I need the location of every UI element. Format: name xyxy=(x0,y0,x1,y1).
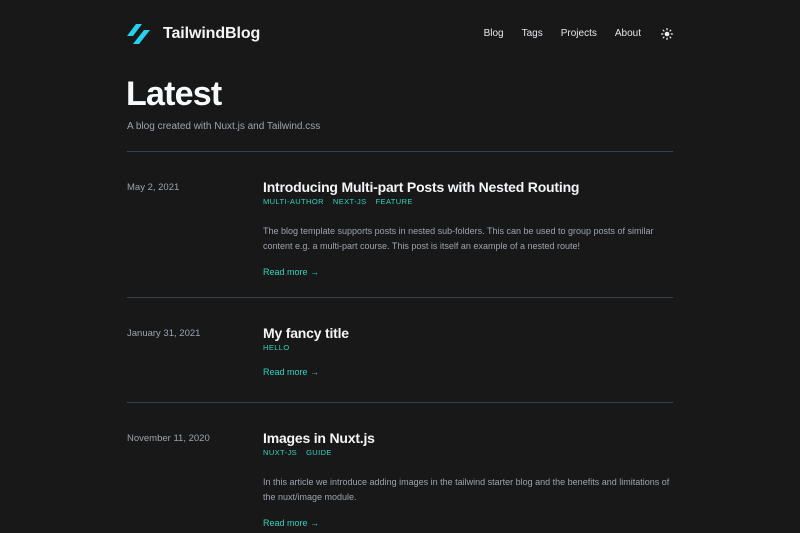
page-subtitle: A blog created with Nuxt.js and Tailwind… xyxy=(127,121,321,132)
main-nav: Blog Tags Projects About xyxy=(484,27,673,41)
divider xyxy=(127,151,673,152)
brand-name: TailwindBlog xyxy=(163,25,261,42)
post-summary: The blog template supports posts in nest… xyxy=(263,226,654,251)
post-tags: nuxt-js guide xyxy=(263,448,673,458)
nav-about[interactable]: About xyxy=(615,27,641,41)
post-tags: hello xyxy=(263,343,673,353)
site-header: TailwindBlog Blog Tags Projects About xyxy=(127,20,673,48)
nav-blog[interactable]: Blog xyxy=(484,27,504,41)
post-title[interactable]: Images in Nuxt.js xyxy=(263,429,673,447)
post-date: January 31, 2021 xyxy=(127,328,201,339)
tag-link[interactable]: hello xyxy=(263,343,290,353)
tag-link[interactable]: next-js xyxy=(333,197,367,207)
brand-link[interactable]: TailwindBlog xyxy=(127,22,260,46)
post-tags: multi-author next-js feature xyxy=(263,197,673,207)
page-title: Latest xyxy=(126,75,222,113)
post-body: Images in Nuxt.js nuxt-js guide In this … xyxy=(263,429,673,531)
sun-icon xyxy=(661,28,673,40)
tag-link[interactable]: nuxt-js xyxy=(263,448,297,458)
tag-link[interactable]: feature xyxy=(376,197,413,207)
nav-projects[interactable]: Projects xyxy=(561,27,597,41)
page: TailwindBlog Blog Tags Projects About La… xyxy=(0,0,800,533)
read-more-link[interactable]: Read more → xyxy=(263,266,319,278)
post-body: Introducing Multi-part Posts with Nested… xyxy=(263,178,673,280)
tag-link[interactable]: multi-author xyxy=(263,197,324,207)
tag-link[interactable]: guide xyxy=(306,448,332,458)
theme-toggle-button[interactable] xyxy=(661,28,673,40)
tailwind-logo-icon xyxy=(127,24,150,44)
post-summary: In this article we introduce adding imag… xyxy=(263,477,670,502)
post-title[interactable]: Introducing Multi-part Posts with Nested… xyxy=(263,178,673,196)
read-more-link[interactable]: Read more → xyxy=(263,517,319,529)
post-date: May 2, 2021 xyxy=(127,182,180,193)
nav-tags[interactable]: Tags xyxy=(522,27,543,41)
read-more-link[interactable]: Read more → xyxy=(263,366,319,378)
divider xyxy=(127,297,673,298)
post-title[interactable]: My fancy title xyxy=(263,324,673,342)
divider xyxy=(127,402,673,403)
post-body: My fancy title hello Read more → xyxy=(263,324,673,380)
post-date: November 11, 2020 xyxy=(127,433,210,444)
